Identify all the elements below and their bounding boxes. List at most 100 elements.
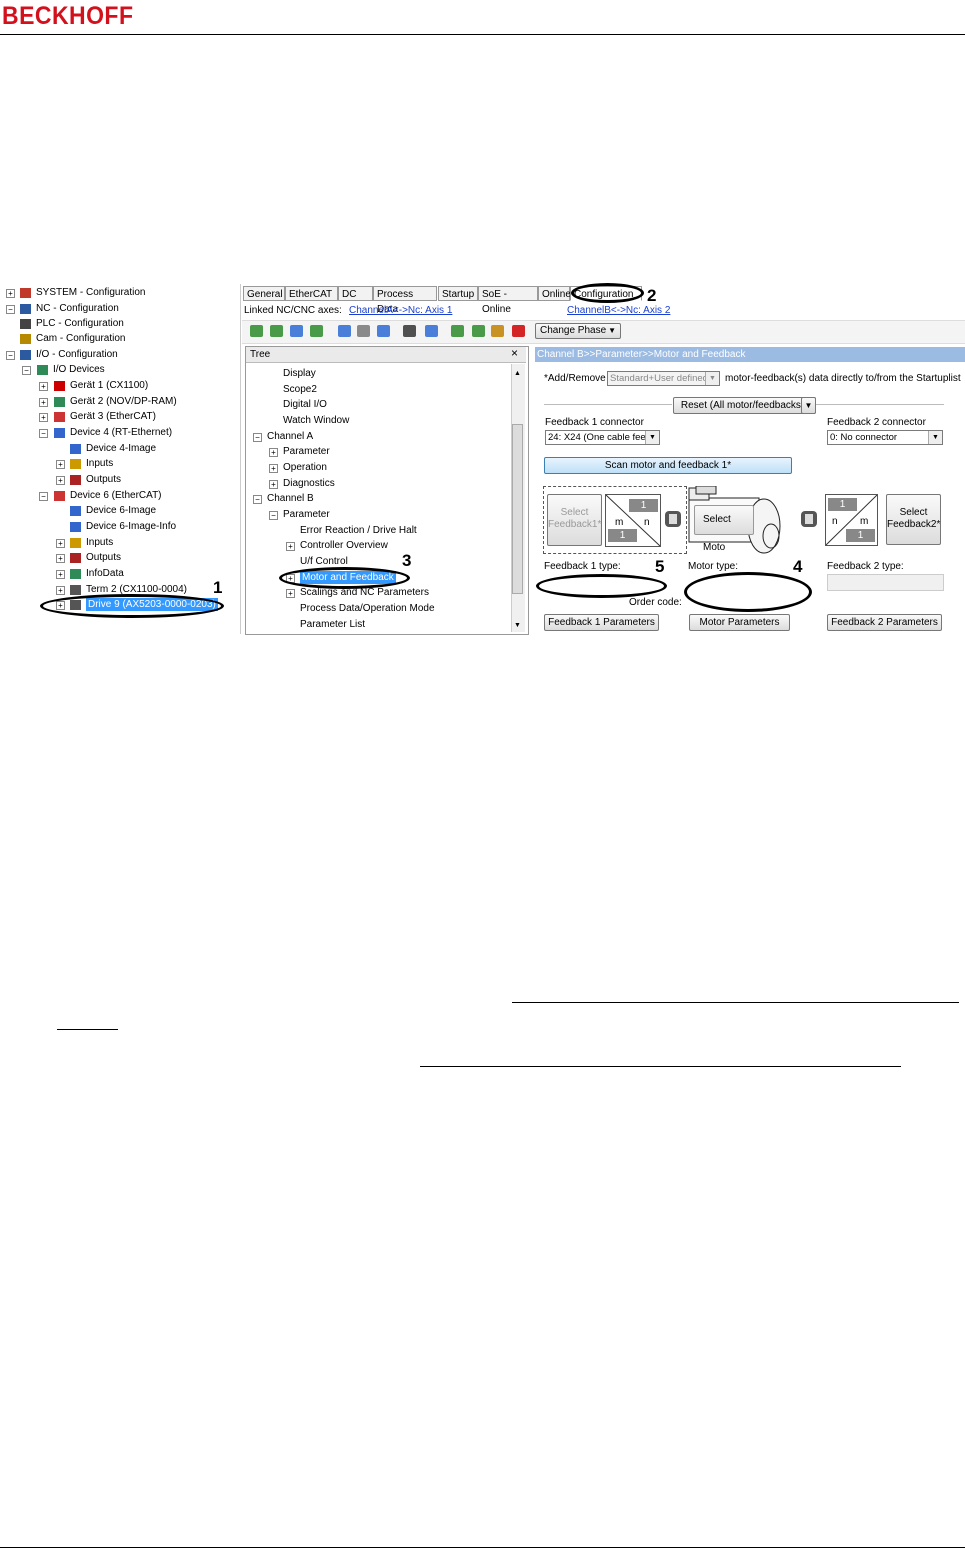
mid-tree-item[interactable]: Operation [283, 461, 327, 474]
expand-toggle-icon[interactable]: − [253, 495, 262, 504]
mid-tree-item[interactable]: Display [283, 367, 316, 380]
change-phase-button[interactable]: Change Phase ▼ [535, 323, 621, 339]
coupling-right-icon [800, 508, 818, 530]
tab-3[interactable]: Process Data [373, 286, 437, 315]
select-feedback1-button[interactable]: Select Feedback1* [547, 494, 602, 546]
mid-tree-item[interactable]: Watch Window [283, 414, 349, 427]
list-icon[interactable] [451, 325, 464, 337]
expand-toggle-icon[interactable]: + [269, 448, 278, 457]
reload-icon[interactable] [270, 325, 283, 337]
tab-0[interactable]: General [243, 286, 285, 301]
left-tree-item[interactable]: InfoData [86, 567, 124, 580]
fb2-connector-select[interactable]: 0: No connector ▼ [827, 430, 943, 445]
tree-view-icon[interactable] [290, 325, 303, 337]
device-icon[interactable] [403, 325, 416, 337]
fb1-connector-select[interactable]: 24: X24 (One cable fee ▼ [545, 430, 660, 445]
expand-toggle-icon[interactable]: + [286, 542, 295, 551]
expand-toggle-icon[interactable]: + [39, 413, 48, 422]
expand-toggle-icon[interactable]: − [22, 366, 31, 375]
panel-icon[interactable] [310, 325, 323, 337]
expand-toggle-icon[interactable]: + [269, 464, 278, 473]
left-tree-item[interactable]: Gerät 1 (CX1100) [70, 379, 148, 392]
expand-toggle-icon[interactable]: + [56, 554, 65, 563]
expand-toggle-icon[interactable]: + [39, 398, 48, 407]
help-icon[interactable] [512, 325, 525, 337]
tab-6[interactable]: Online [538, 286, 571, 301]
mid-tree-item[interactable]: Digital I/O [283, 398, 327, 411]
mid-tree-item[interactable]: Channel B [267, 492, 314, 505]
header-rule [0, 34, 965, 35]
motor-parameters-button[interactable]: Motor Parameters [689, 614, 790, 631]
expand-toggle-icon[interactable]: + [56, 570, 65, 579]
left-tree-item[interactable]: Outputs [86, 551, 121, 564]
scroll-down-icon[interactable]: ▼ [514, 619, 521, 632]
tool-icon[interactable] [491, 325, 504, 337]
left-tree-item[interactable]: Gerät 3 (EtherCAT) [70, 410, 156, 423]
left-tree-item[interactable]: Cam - Configuration [36, 332, 125, 345]
feedback1-parameters-button[interactable]: Feedback 1 Parameters [544, 614, 659, 631]
arrow-left-icon[interactable] [338, 325, 351, 337]
mid-tree-item[interactable]: Scope2 [283, 383, 317, 396]
mid-tree-item[interactable]: Error Reaction / Drive Halt [300, 524, 417, 537]
left-tree-item[interactable]: Device 6-Image [86, 504, 156, 517]
tab-1[interactable]: EtherCAT [285, 286, 338, 301]
expand-toggle-icon[interactable]: − [253, 433, 262, 442]
left-tree-item[interactable]: Device 4 (RT-Ethernet) [70, 426, 172, 439]
expand-toggle-icon[interactable]: − [269, 511, 278, 520]
tab-2[interactable]: DC [338, 286, 373, 301]
mid-tree-item[interactable]: Diagnostics [283, 477, 335, 490]
left-tree-item[interactable]: Gerät 2 (NOV/DP-RAM) [70, 395, 177, 408]
expand-toggle-icon[interactable]: + [56, 460, 65, 469]
gear-left-m: m [615, 517, 624, 528]
expand-toggle-icon[interactable]: + [56, 539, 65, 548]
expand-toggle-icon[interactable]: − [39, 492, 48, 501]
select-fb2-label: Select Feedback2* [887, 507, 941, 530]
expand-toggle-icon[interactable]: + [269, 480, 278, 489]
mid-tree-item[interactable]: Parameter List [300, 618, 365, 631]
tree-node-icon [54, 491, 65, 501]
left-tree-item[interactable]: NC - Configuration [36, 302, 119, 315]
left-tree-item[interactable]: SYSTEM - Configuration [36, 286, 146, 299]
scroll-up-icon[interactable]: ▲ [514, 367, 521, 380]
expand-toggle-icon[interactable]: + [286, 589, 295, 598]
expand-toggle-icon[interactable]: − [6, 351, 15, 360]
scan-button[interactable]: Scan motor and feedback 1* [544, 457, 792, 474]
left-tree-item[interactable]: Device 6-Image-Info [86, 520, 176, 533]
left-tree-item[interactable]: Device 4-Image [86, 442, 156, 455]
feedback2-parameters-button[interactable]: Feedback 2 Parameters [827, 614, 942, 631]
add-remove-select[interactable]: Standard+User defined ▼ [607, 371, 720, 386]
tab-5[interactable]: SoE - Online [478, 286, 538, 315]
mid-tree-item[interactable]: Parameter [283, 445, 330, 458]
close-icon[interactable]: × [511, 347, 518, 360]
mid-tree-item[interactable]: Process Data/Operation Mode [300, 602, 435, 615]
expand-toggle-icon[interactable]: − [39, 429, 48, 438]
refresh-icon[interactable] [250, 325, 263, 337]
table-icon[interactable] [472, 325, 485, 337]
mid-tree-item[interactable]: Controller Overview [300, 539, 388, 552]
left-tree-item[interactable]: Inputs [86, 536, 113, 549]
left-tree-item[interactable]: I/O Devices [53, 363, 105, 376]
divider [816, 404, 944, 405]
select-feedback2-button[interactable]: Select Feedback2* [886, 494, 941, 545]
reset-button[interactable]: Reset (All motor/feedbacks)* [673, 397, 816, 414]
left-tree-item[interactable]: I/O - Configuration [36, 348, 118, 361]
expand-toggle-icon[interactable]: + [6, 289, 15, 298]
download-icon[interactable] [425, 325, 438, 337]
expand-toggle-icon[interactable]: − [6, 305, 15, 314]
left-tree-item[interactable]: Device 6 (EtherCAT) [70, 489, 162, 502]
left-tree-item[interactable]: Outputs [86, 473, 121, 486]
mid-tree-item[interactable]: Channel A [267, 430, 313, 443]
link-channel-a[interactable]: ChannelA<->Nc: Axis 1 [349, 304, 452, 317]
tree-scroll-thumb[interactable] [512, 424, 523, 594]
select-motor-button[interactable]: Select Moto [694, 505, 754, 553]
left-tree-item[interactable]: Inputs [86, 457, 113, 470]
sort-icon[interactable] [377, 325, 390, 337]
arrow-right-icon[interactable] [357, 325, 370, 337]
tab-4[interactable]: Startup [438, 286, 478, 301]
expand-toggle-icon[interactable]: + [56, 476, 65, 485]
mid-tree-item[interactable]: Parameter [283, 508, 330, 521]
left-tree-item[interactable]: PLC - Configuration [36, 317, 124, 330]
expand-toggle-icon[interactable]: + [39, 382, 48, 391]
reset-dropdown-button[interactable]: ▼ [801, 397, 816, 414]
expand-toggle-icon[interactable]: + [56, 586, 65, 595]
